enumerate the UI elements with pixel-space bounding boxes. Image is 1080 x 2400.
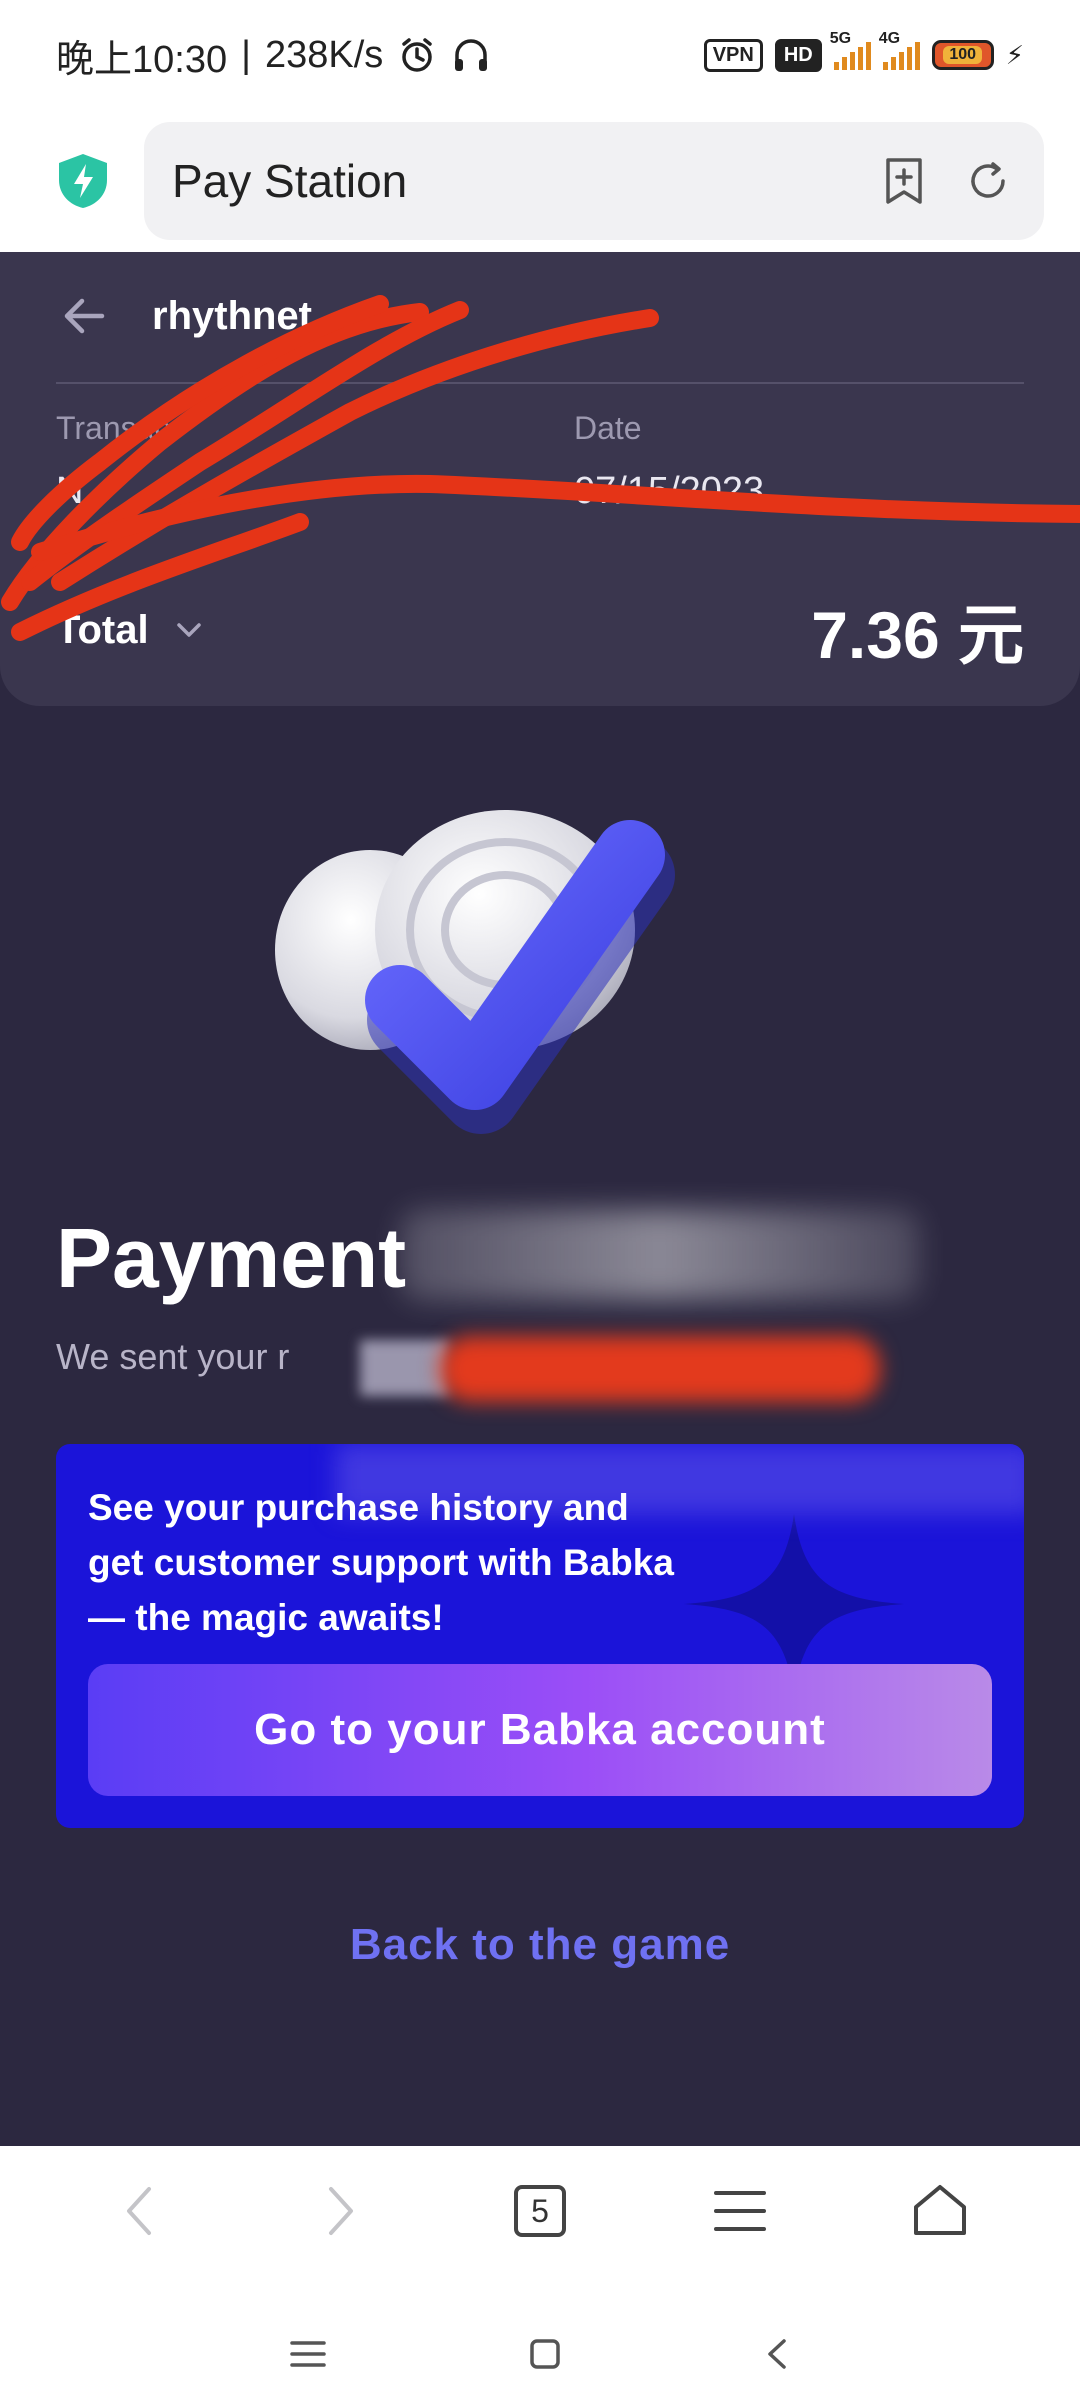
merchant-name: rhythnet <box>152 293 312 338</box>
chevron-left-icon <box>127 2187 151 2235</box>
sent-redaction <box>360 1336 880 1402</box>
status-net-speed: 238K/s <box>264 33 384 76</box>
tabs-button[interactable]: 5 <box>500 2171 580 2251</box>
charging-icon: ⚡ <box>1005 39 1024 70</box>
payment-success-illustration <box>275 810 675 1134</box>
signal-5g-label: 5G <box>829 30 852 47</box>
back-arrow-icon[interactable] <box>56 288 112 344</box>
signal-5g-icon: 5G <box>830 30 871 70</box>
chevron-down-icon[interactable] <box>171 612 207 648</box>
total-amount: 7.36 元 <box>811 598 1024 672</box>
chevron-right-icon <box>329 2187 353 2235</box>
sent-text: We sent your r <box>56 1336 290 1377</box>
home-button[interactable] <box>900 2171 980 2251</box>
signal-4g-label: 4G <box>878 30 901 47</box>
go-to-babka-account-button[interactable]: Go to your Babka account <box>88 1664 992 1796</box>
status-separator: | <box>241 33 251 76</box>
sent-redaction-red <box>440 1336 880 1402</box>
menu-button[interactable] <box>700 2171 780 2251</box>
transaction-header-card: rhythnet Transac N Date 07/15/2023 Total… <box>0 252 1080 706</box>
browser-address-bar: Pay Station <box>0 110 1080 252</box>
vpn-badge: VPN <box>703 38 763 72</box>
status-right: VPN HD 5G 4G 100 ⚡ <box>703 30 1024 72</box>
babka-promo-card: See your purchase history and get custom… <box>56 1444 1024 1828</box>
hamburger-menu-icon <box>714 2191 766 2231</box>
header-divider <box>56 382 1024 384</box>
headphones-icon <box>455 39 488 71</box>
back-row: rhythnet <box>56 288 312 344</box>
address-field[interactable]: Pay Station <box>144 122 1044 240</box>
forward-nav-button[interactable] <box>300 2171 380 2251</box>
system-nav-row <box>0 2314 1080 2394</box>
back-to-game-link[interactable]: Back to the game <box>0 1920 1080 1970</box>
reload-icon[interactable] <box>960 153 1016 209</box>
promo-text: See your purchase history and get custom… <box>88 1487 674 1638</box>
system-menu-icon[interactable] <box>288 2339 328 2369</box>
security-shield-icon[interactable] <box>56 152 110 210</box>
system-home-icon[interactable] <box>528 2337 562 2371</box>
hd-badge: HD <box>774 38 822 72</box>
status-left: 晚上10:30 | 238K/s <box>56 28 491 83</box>
date-value: 07/15/2023 <box>574 470 765 512</box>
back-nav-button[interactable] <box>100 2171 180 2251</box>
battery-icon: 100 <box>931 40 994 70</box>
add-bookmark-icon[interactable] <box>876 153 932 209</box>
date-label: Date <box>574 410 642 446</box>
transaction-label: Transac <box>56 410 171 446</box>
browser-nav-row: 5 <box>0 2146 1080 2276</box>
battery-level: 100 <box>943 46 983 64</box>
alarm-icon <box>402 38 433 72</box>
address-text[interactable]: Pay Station <box>172 154 848 208</box>
title-redaction-blur <box>400 1210 920 1300</box>
signal-4g-icon: 4G <box>879 30 920 70</box>
system-back-icon[interactable] <box>762 2337 792 2371</box>
payment-title: Payment <box>56 1211 407 1305</box>
status-bar: 晚上10:30 | 238K/s VPN HD 5G 4G 100 ⚡ <box>0 0 1080 110</box>
sent-redaction-grey <box>360 1340 450 1396</box>
total-row[interactable]: Total 7.36 元 <box>56 590 1024 672</box>
home-icon <box>914 2185 966 2235</box>
transaction-value: N <box>56 470 84 512</box>
browser-bottom-bar: 5 <box>0 2146 1080 2400</box>
total-label: Total <box>56 607 149 652</box>
tab-count: 5 <box>514 2185 566 2237</box>
status-time: 晚上10:30 <box>56 38 228 81</box>
